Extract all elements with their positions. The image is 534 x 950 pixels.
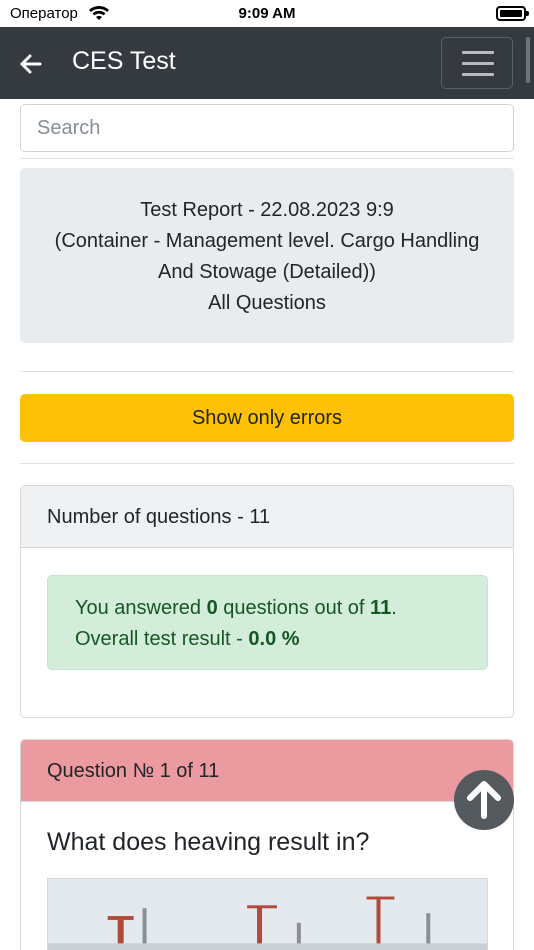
- divider: [20, 158, 514, 159]
- answered-line: You answered 0 questions out of 11.: [75, 597, 397, 619]
- menu-toggle-button[interactable]: [441, 37, 513, 89]
- summary-card: Number of questions - 11 You answered 0 …: [20, 485, 514, 718]
- arrow-left-icon[interactable]: [18, 51, 44, 77]
- report-title: Test Report - 22.08.2023 9:9: [140, 199, 394, 221]
- question-text: What does heaving result in?: [47, 828, 370, 856]
- answered-count: 0: [206, 597, 218, 619]
- page-title: CES Test: [72, 47, 176, 75]
- report-scope: All Questions: [208, 292, 326, 314]
- hamburger-menu-icon: [462, 51, 494, 54]
- navbar: CES Test: [0, 27, 534, 99]
- question-card-header: Question № 1 of 11: [21, 740, 513, 802]
- report-test-name-line1: (Container - Management level. Cargo Han…: [54, 230, 480, 252]
- search-input[interactable]: [20, 104, 514, 152]
- arrow-up-circle-icon: [467, 781, 501, 819]
- divider: [20, 371, 514, 372]
- show-only-errors-button[interactable]: Show only errors: [20, 394, 514, 442]
- question-image: [47, 878, 488, 950]
- question-card: Question № 1 of 11 What does heaving res…: [20, 739, 514, 950]
- status-bar: Оператор 9:09 AM: [0, 0, 534, 27]
- report-info-panel: Test Report - 22.08.2023 9:9 (Container …: [20, 168, 514, 343]
- divider: [20, 463, 514, 464]
- result-value: 0.0 %: [248, 628, 300, 650]
- scrollbar-thumb[interactable]: [526, 37, 530, 83]
- result-line: Overall test result - 0.0 %: [75, 628, 300, 650]
- scroll-to-top-button[interactable]: [454, 770, 514, 830]
- battery-icon: [496, 6, 529, 21]
- summary-card-header: Number of questions - 11: [21, 486, 513, 548]
- report-test-name-line2: And Stowage (Detailed)): [158, 261, 376, 283]
- result-alert: You answered 0 questions out of 11. Over…: [47, 575, 488, 670]
- status-time: 9:09 AM: [238, 5, 296, 22]
- total-questions: 11: [370, 597, 392, 619]
